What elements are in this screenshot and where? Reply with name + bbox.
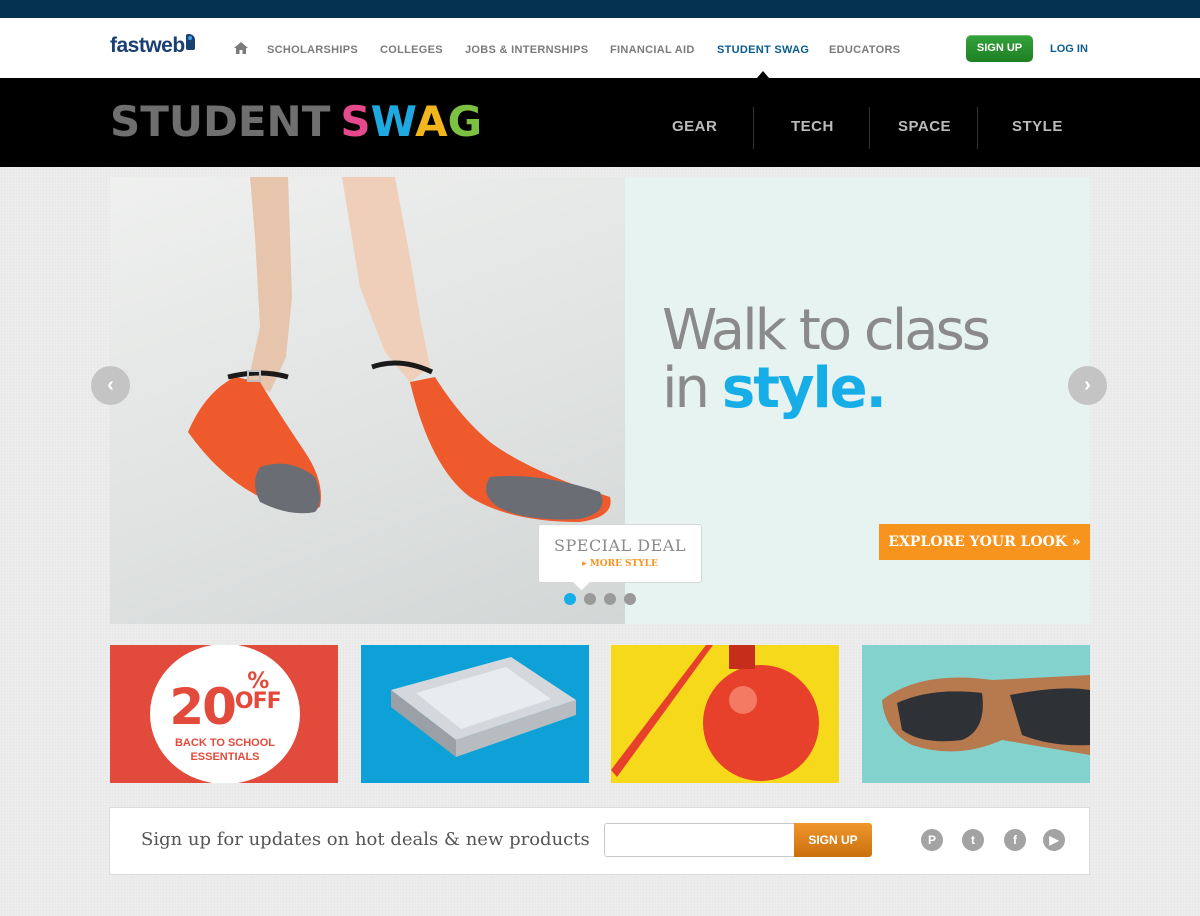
category-style[interactable]: STYLE bbox=[1012, 118, 1063, 135]
newsletter-signup: Sign up for updates on hot deals & new p… bbox=[109, 807, 1090, 875]
top-strip bbox=[0, 0, 1200, 18]
title-swag: SWAG bbox=[340, 97, 482, 146]
promo-badge: 20% OFF BACK TO SCHOOL ESSENTIALS bbox=[150, 645, 300, 783]
nav-financial-aid[interactable]: FINANCIAL AID bbox=[610, 44, 695, 56]
laptop-image bbox=[391, 657, 576, 757]
nav-educators[interactable]: EDUCATORS bbox=[829, 44, 900, 56]
newsletter-prompt: Sign up for updates on hot deals & new p… bbox=[141, 829, 590, 850]
category-tech[interactable]: TECH bbox=[791, 118, 834, 135]
carousel-prev-button[interactable]: ‹ bbox=[91, 366, 130, 405]
special-deal-callout[interactable]: SPECIAL DEAL ▸ MORE STYLE bbox=[538, 524, 702, 583]
category-divider bbox=[977, 107, 978, 149]
promo-line-2: ESSENTIALS bbox=[190, 751, 260, 763]
promo-caption: BACK TO SCHOOL ESSENTIALS bbox=[150, 736, 300, 764]
newsletter-signup-button[interactable]: SIGN UP bbox=[794, 823, 872, 857]
nav-scholarships[interactable]: SCHOLARSHIPS bbox=[267, 44, 358, 56]
promo-discount: 20% OFF bbox=[150, 671, 300, 733]
carousel-pagination bbox=[564, 592, 644, 610]
carousel-next-button[interactable]: › bbox=[1068, 366, 1107, 405]
signup-button[interactable]: SIGN UP bbox=[966, 35, 1033, 62]
facebook-icon[interactable]: f bbox=[1004, 829, 1026, 851]
chevron-right-icon: › bbox=[1084, 374, 1091, 396]
nav-student-swag[interactable]: STUDENT SWAG bbox=[717, 44, 809, 56]
sunglasses-tile[interactable] bbox=[862, 645, 1090, 783]
title-letter: W bbox=[370, 97, 416, 146]
headline-line-1: Walk to class bbox=[662, 298, 991, 363]
more-style-link[interactable]: ▸ MORE STYLE bbox=[539, 559, 701, 569]
caret-right-icon: ▸ bbox=[582, 559, 590, 569]
student-swag-title: STUDENT SWAG bbox=[110, 97, 482, 147]
logo-text: fastweb bbox=[110, 34, 185, 57]
promo-line-1: BACK TO SCHOOL bbox=[174, 737, 276, 749]
fastweb-logo[interactable]: fastweb bbox=[110, 34, 195, 58]
youtube-icon[interactable]: ▶ bbox=[1043, 829, 1065, 851]
category-divider bbox=[869, 107, 870, 149]
promo-tile[interactable]: 20% OFF BACK TO SCHOOL ESSENTIALS bbox=[110, 645, 338, 783]
category-gear[interactable]: GEAR bbox=[672, 118, 717, 135]
headline-line-2: in style. bbox=[662, 360, 988, 418]
promo-off: OFF bbox=[234, 689, 282, 714]
explore-look-button[interactable]: EXPLORE YOUR LOOK » bbox=[879, 524, 1090, 560]
nav-jobs-internships[interactable]: JOBS & INTERNSHIPS bbox=[465, 44, 588, 56]
carousel-dot[interactable] bbox=[564, 593, 576, 605]
headline-emphasis: style. bbox=[721, 356, 887, 421]
carousel-dot[interactable] bbox=[624, 593, 636, 605]
more-style-label: MORE STYLE bbox=[589, 559, 658, 569]
hero-carousel[interactable]: Walk to class in style. EXPLORE YOUR LOO… bbox=[110, 177, 1090, 624]
hero-headline: Walk to class in style. bbox=[662, 298, 991, 418]
headline-prefix: in bbox=[662, 356, 722, 421]
main-navbar: fastweb SCHOLARSHIPS COLLEGES JOBS & INT… bbox=[0, 18, 1200, 78]
chevron-left-icon: ‹ bbox=[107, 374, 114, 396]
lamp-image bbox=[611, 645, 819, 781]
carousel-dot[interactable] bbox=[584, 593, 596, 605]
twitter-icon[interactable]: t bbox=[962, 829, 984, 851]
deal-title: SPECIAL DEAL bbox=[554, 536, 686, 555]
home-icon[interactable] bbox=[234, 42, 248, 54]
login-link[interactable]: LOG IN bbox=[1050, 43, 1088, 55]
title-letter: A bbox=[415, 97, 448, 146]
active-nav-caret bbox=[757, 71, 769, 78]
logo-mark-icon bbox=[185, 34, 195, 50]
nav-colleges[interactable]: COLLEGES bbox=[380, 44, 443, 56]
lamp-tile[interactable] bbox=[611, 645, 839, 783]
laptop-tile[interactable] bbox=[361, 645, 589, 783]
category-space[interactable]: SPACE bbox=[898, 118, 951, 135]
title-letter: S bbox=[340, 97, 371, 146]
promo-number: 20 bbox=[169, 678, 237, 736]
swag-banner: STUDENT SWAG GEAR TECH SPACE STYLE bbox=[0, 78, 1200, 167]
pinterest-icon[interactable]: P bbox=[921, 829, 943, 851]
sunglasses-image bbox=[882, 675, 1090, 755]
category-divider bbox=[753, 107, 754, 149]
title-student: STUDENT bbox=[110, 97, 331, 146]
carousel-dot[interactable] bbox=[604, 593, 616, 605]
title-letter: G bbox=[447, 97, 483, 146]
email-field[interactable] bbox=[604, 823, 796, 857]
